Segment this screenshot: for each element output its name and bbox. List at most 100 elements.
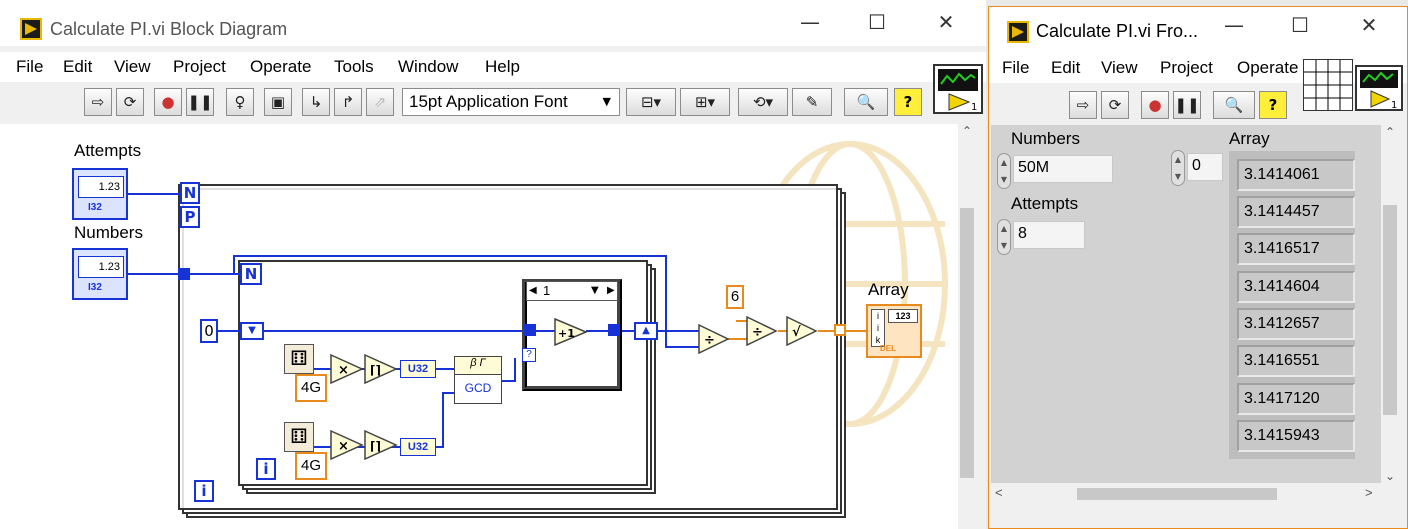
run-arrow-icon[interactable]: ⇨: [1069, 91, 1097, 119]
step-into-icon[interactable]: ↳: [302, 88, 330, 116]
maximize-icon[interactable]: ☐: [1285, 13, 1315, 37]
output-tunnel[interactable]: [834, 324, 846, 336]
outer-p-terminal[interactable]: P: [180, 206, 200, 228]
abort-icon[interactable]: ●: [154, 88, 182, 116]
menu-view[interactable]: View: [114, 57, 151, 77]
scroll-right-icon[interactable]: >: [1365, 485, 1373, 500]
fp-horizontal-scrollbar[interactable]: < >: [991, 485, 1381, 503]
numbers-tunnel[interactable]: [178, 268, 190, 280]
maximize-icon[interactable]: ☐: [862, 10, 892, 34]
case-selector-terminal[interactable]: ?: [522, 348, 536, 362]
case-tunnel-left[interactable]: [524, 324, 536, 336]
gcd-subvi[interactable]: β Γ GCD: [454, 356, 502, 404]
search-icon[interactable]: 🔍: [844, 88, 888, 116]
menu-help[interactable]: Help: [485, 57, 520, 77]
svg-text:⌈⌉: ⌈⌉: [370, 439, 381, 453]
divide-node-1[interactable]: ÷: [698, 324, 730, 354]
u32-convert-2[interactable]: U32: [400, 438, 436, 456]
array-indicator-terminal[interactable]: iik 123 DEL: [866, 304, 922, 358]
fp-titlebar[interactable]: Calculate PI.vi Fro... — ☐ ✕: [989, 7, 1407, 53]
close-icon[interactable]: ✕: [931, 10, 961, 34]
attempts-input[interactable]: 8: [1013, 221, 1085, 249]
array-index-increment-icon[interactable]: ▲ ▼: [1171, 150, 1185, 186]
connector-pane-icon[interactable]: [1303, 59, 1353, 111]
attempts-terminal[interactable]: 1.23 I32: [72, 168, 128, 220]
menu-file[interactable]: File: [1002, 58, 1029, 78]
font-dropdown[interactable]: 15pt Application Font ▼: [402, 88, 620, 116]
menu-project[interactable]: Project: [173, 57, 226, 77]
step-over-icon[interactable]: ↱: [334, 88, 362, 116]
array-index-input[interactable]: 0: [1187, 153, 1223, 181]
retain-wire-values-icon[interactable]: ▣: [264, 88, 292, 116]
bd-menubar: File Edit View Project Operate Tools Win…: [0, 52, 986, 82]
menu-view[interactable]: View: [1101, 58, 1138, 78]
distribute-objects-icon[interactable]: ⊞▾: [680, 88, 730, 116]
pause-icon[interactable]: ❚❚: [1173, 91, 1201, 119]
case-prev-icon[interactable]: ◀: [529, 282, 537, 300]
inner-n-terminal[interactable]: N: [240, 263, 262, 285]
numbers-input[interactable]: 50M: [1013, 155, 1113, 183]
scroll-left-icon[interactable]: <: [995, 485, 1003, 500]
four-g-constant-2[interactable]: 4G: [295, 452, 327, 480]
step-out-icon[interactable]: ⇗: [366, 88, 394, 116]
help-icon[interactable]: ?: [894, 88, 922, 116]
reorder-icon[interactable]: ⟲▾: [738, 88, 788, 116]
menu-project[interactable]: Project: [1160, 58, 1213, 78]
divide-node-2[interactable]: ÷: [746, 316, 778, 346]
case-next-icon[interactable]: ▶: [607, 282, 615, 300]
highlight-execution-icon[interactable]: ♀: [226, 88, 254, 116]
numbers-increment-icon[interactable]: ▲ ▼: [997, 153, 1011, 189]
bd-vertical-scrollbar[interactable]: ⌃: [958, 124, 976, 529]
run-continuously-icon[interactable]: ⟳: [116, 88, 144, 116]
menu-operate[interactable]: Operate: [1237, 58, 1298, 78]
labview-vi-icon: [1007, 21, 1029, 43]
scroll-thumb[interactable]: [1383, 205, 1397, 415]
multiply-node-2[interactable]: ×: [330, 430, 364, 460]
outer-n-terminal[interactable]: N: [180, 182, 200, 204]
u32-convert-1[interactable]: U32: [400, 360, 436, 378]
cleanup-diagram-icon[interactable]: ✎: [792, 88, 832, 116]
vi-connector-icon[interactable]: 1: [933, 64, 983, 114]
search-icon[interactable]: 🔍: [1213, 91, 1255, 119]
menu-tools[interactable]: Tools: [334, 57, 374, 77]
menu-operate[interactable]: Operate: [250, 57, 311, 77]
shift-register-left[interactable]: ▼: [240, 322, 264, 340]
svg-text:÷: ÷: [704, 333, 715, 348]
zero-constant[interactable]: 0: [200, 319, 218, 343]
abort-icon[interactable]: ●: [1141, 91, 1169, 119]
scroll-thumb[interactable]: [960, 208, 974, 478]
minimize-icon[interactable]: —: [1219, 13, 1249, 37]
pause-icon[interactable]: ❚❚: [186, 88, 214, 116]
vi-icon[interactable]: 1: [1355, 65, 1403, 111]
menu-window[interactable]: Window: [398, 57, 458, 77]
block-diagram-canvas[interactable]: Attempts Numbers Array 1.23 I32 1.23 I32: [0, 124, 958, 529]
increment-node[interactable]: +1: [554, 318, 588, 346]
round-up-node-2[interactable]: ⌈⌉: [364, 430, 398, 460]
four-g-constant-1[interactable]: 4G: [295, 374, 327, 402]
menu-file[interactable]: File: [16, 57, 43, 77]
scroll-thumb[interactable]: [1077, 488, 1277, 500]
case-dropdown-icon[interactable]: ▼: [591, 282, 599, 300]
scroll-up-icon[interactable]: ⌃: [1381, 125, 1399, 139]
multiply-node-1[interactable]: ×: [330, 354, 364, 384]
run-continuously-icon[interactable]: ⟳: [1101, 91, 1129, 119]
round-up-node-1[interactable]: ⌈⌉: [364, 354, 398, 384]
sqrt-node[interactable]: √: [786, 316, 818, 346]
align-objects-icon[interactable]: ⊟▾: [626, 88, 676, 116]
attempts-increment-icon[interactable]: ▲ ▼: [997, 219, 1011, 255]
bd-titlebar[interactable]: Calculate PI.vi Block Diagram — ☐ ✕: [0, 0, 986, 46]
close-icon[interactable]: ✕: [1354, 13, 1384, 37]
shift-register-right[interactable]: ▲: [634, 322, 658, 340]
menu-edit[interactable]: Edit: [63, 57, 92, 77]
run-arrow-icon[interactable]: ⇨: [84, 88, 112, 116]
case-tunnel-right[interactable]: [608, 324, 620, 336]
fp-vertical-scrollbar[interactable]: ⌃ ⌄: [1381, 125, 1399, 483]
scroll-down-icon[interactable]: ⌄: [1381, 469, 1399, 483]
six-constant[interactable]: 6: [726, 285, 744, 309]
case-selector[interactable]: ◀ 1 ▼ ▶: [526, 281, 618, 301]
numbers-terminal[interactable]: 1.23 I32: [72, 248, 128, 300]
scroll-up-icon[interactable]: ⌃: [958, 124, 976, 138]
minimize-icon[interactable]: —: [795, 10, 825, 34]
help-icon[interactable]: ?: [1259, 91, 1287, 119]
menu-edit[interactable]: Edit: [1051, 58, 1080, 78]
